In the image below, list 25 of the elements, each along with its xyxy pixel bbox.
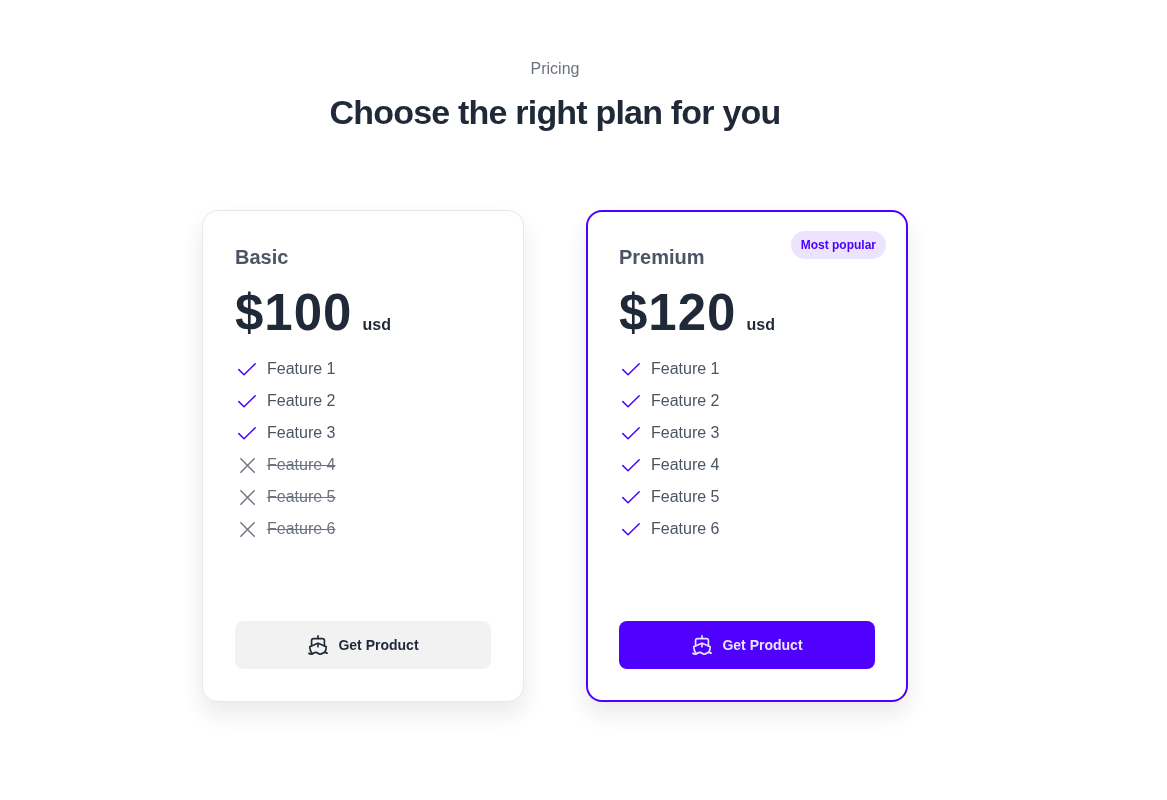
plan-price: $100	[235, 285, 353, 341]
feature-label: Feature 3	[651, 423, 720, 443]
currency-label: usd	[746, 315, 775, 335]
plan-name: Premium	[619, 245, 705, 270]
currency-label: usd	[362, 315, 391, 335]
feature-label: Feature 4	[267, 455, 336, 475]
feature-label: Feature 5	[651, 487, 720, 507]
plan-price: $120	[619, 285, 737, 341]
feature-label: Feature 5	[267, 487, 336, 507]
feature-label: Feature 3	[267, 423, 336, 443]
get-product-button[interactable]: Get Product	[235, 621, 491, 669]
feature-label: Feature 6	[267, 519, 336, 539]
ship-icon	[307, 634, 330, 656]
section-eyebrow: Pricing	[530, 59, 580, 79]
feature-label: Feature 6	[651, 519, 720, 539]
feature-label: Feature 1	[267, 359, 336, 379]
plan-name: Basic	[235, 245, 289, 270]
section-heading: Choose the right plan for you	[329, 92, 781, 132]
feature-label: Feature 1	[651, 359, 720, 379]
most-popular-badge: Most popular	[790, 231, 886, 259]
get-product-button[interactable]: Get Product	[619, 621, 875, 669]
feature-label: Feature 2	[267, 391, 336, 411]
feature-label: Feature 4	[651, 455, 720, 475]
ship-icon	[691, 634, 714, 656]
feature-label: Feature 2	[651, 391, 720, 411]
